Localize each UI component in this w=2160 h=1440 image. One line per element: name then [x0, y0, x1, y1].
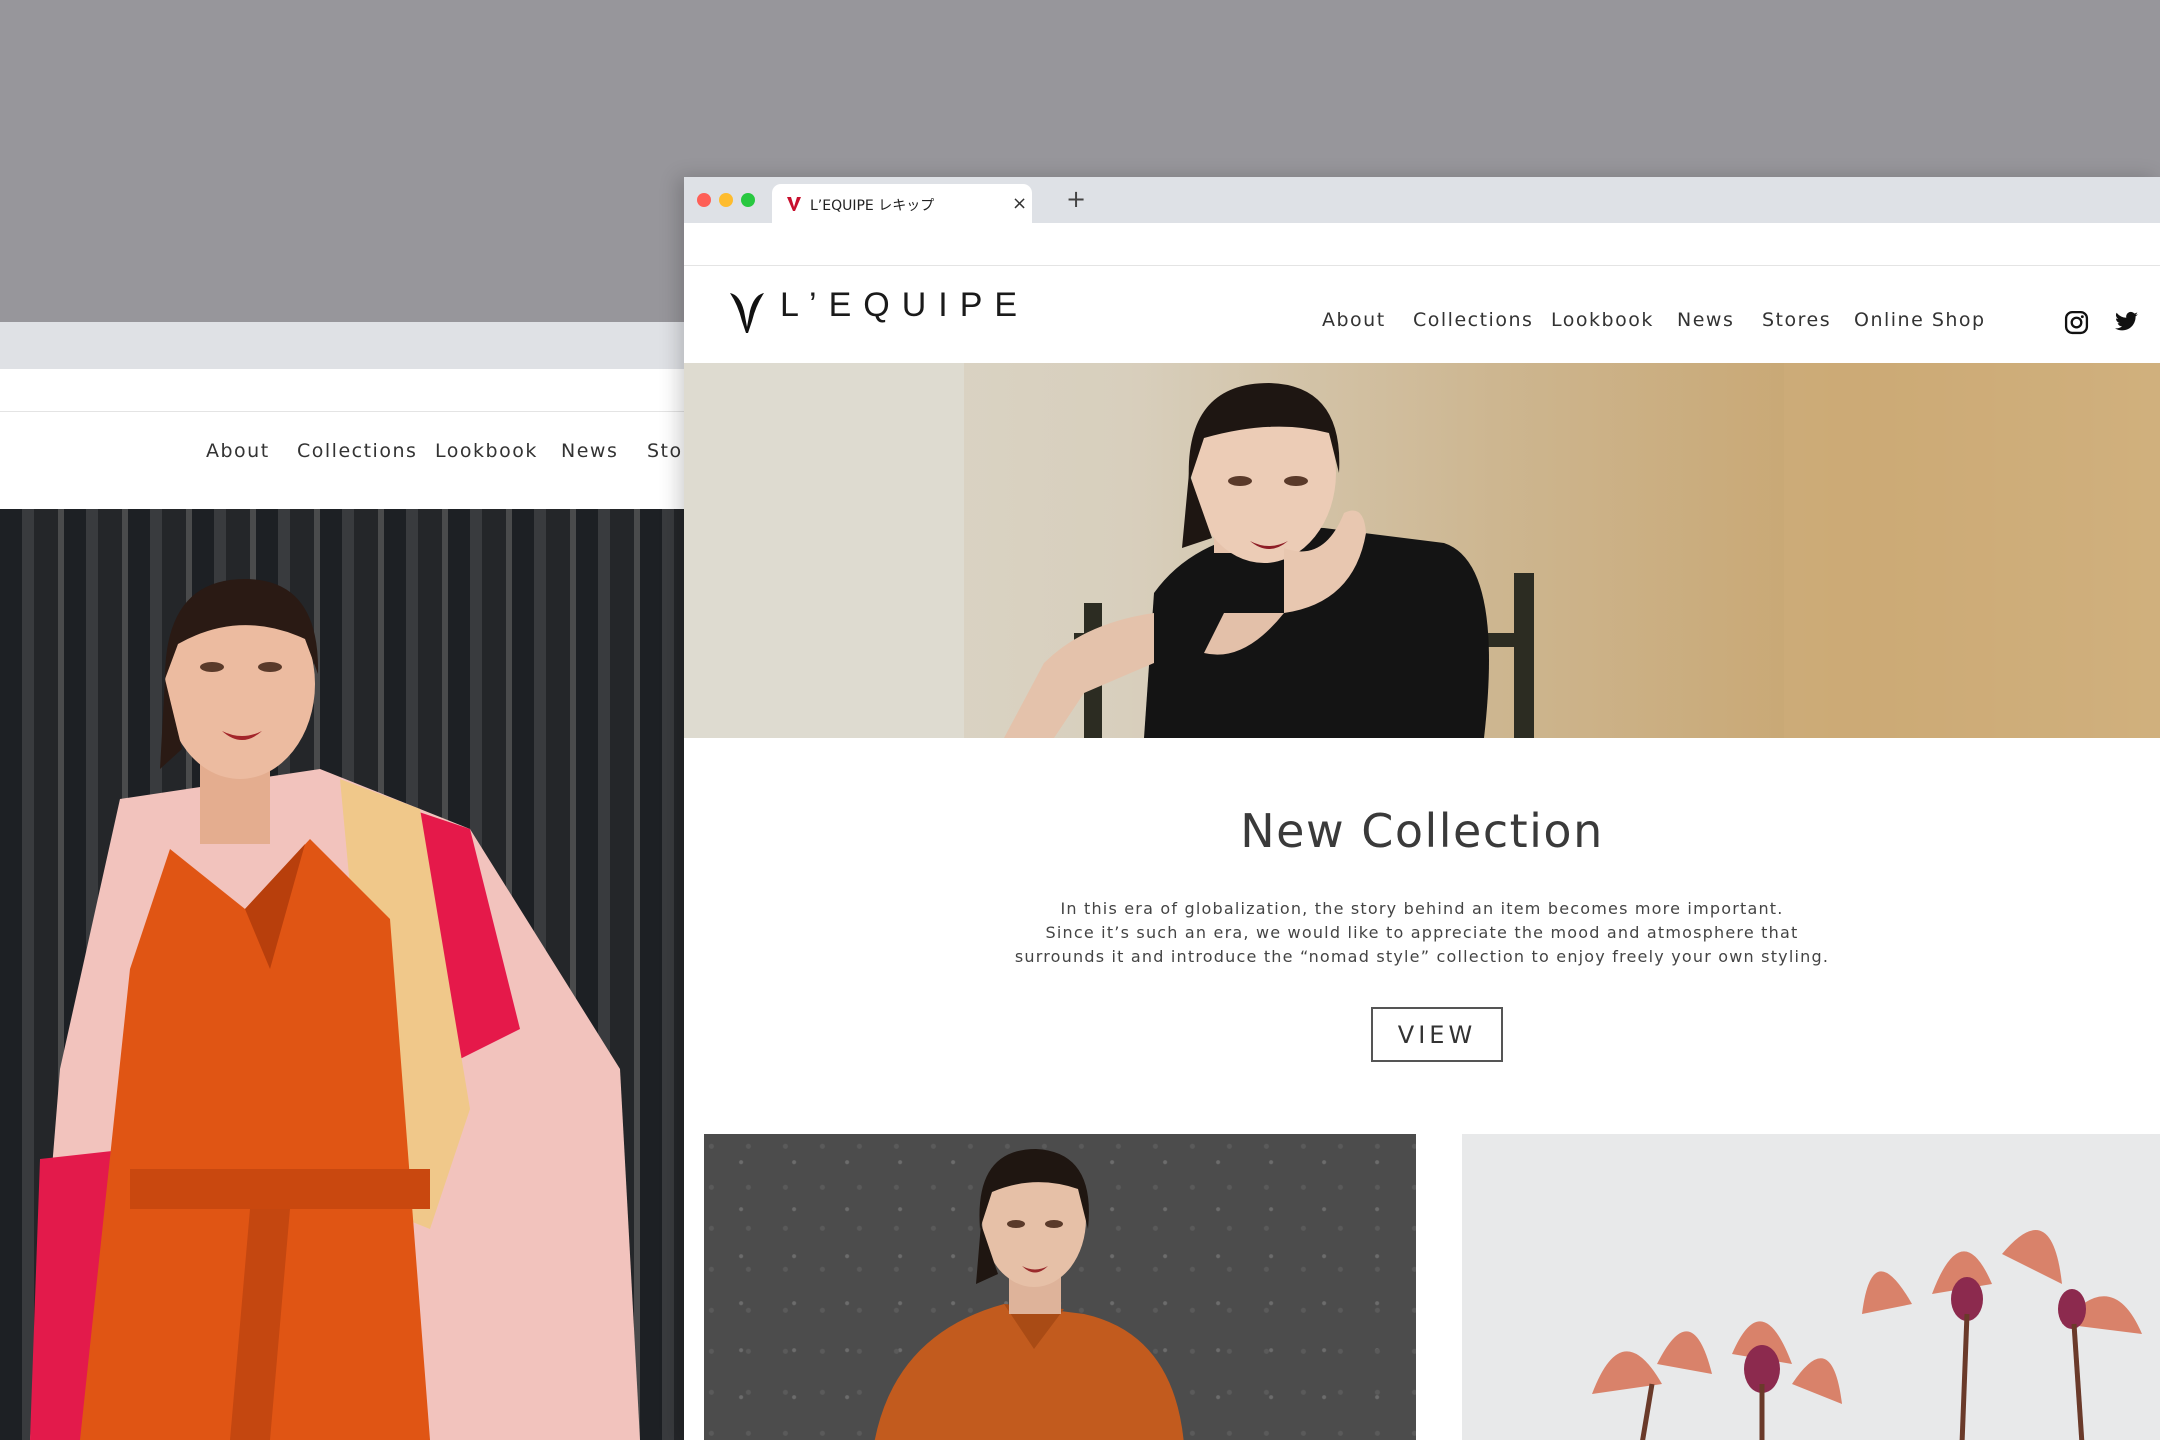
back-address-bar [0, 369, 690, 412]
description-line-1: In this era of globalization, the story … [1060, 899, 1784, 918]
instagram-icon[interactable] [2064, 310, 2089, 335]
section-title: New Collection [1240, 804, 1604, 858]
front-browser-window: L’EQUIPE レキップ × + L’EQUIPE About Collect… [684, 177, 2160, 1440]
back-site-nav: About Collections Lookbook News Stor [0, 412, 690, 488]
back-nav-about[interactable]: About [206, 440, 270, 462]
favicon-logo-icon [787, 197, 801, 211]
hero-image [684, 363, 2160, 738]
nav-lookbook[interactable]: Lookbook [1551, 309, 1654, 331]
collection-card-image-2[interactable] [1462, 1134, 2160, 1440]
nav-stores[interactable]: Stores [1762, 309, 1831, 331]
model-orange-shirt-illustration [874, 1149, 1184, 1440]
back-nav-news[interactable]: News [561, 440, 618, 462]
maximize-window-button[interactable] [741, 193, 755, 207]
collection-card-image-1[interactable] [704, 1134, 1416, 1440]
nav-about[interactable]: About [1322, 309, 1386, 331]
address-bar[interactable] [684, 223, 2160, 266]
orchid-flowers-illustration [1592, 1230, 2142, 1440]
brand-logo-icon[interactable] [728, 291, 766, 335]
back-hero-image [0, 509, 690, 1440]
view-button[interactable]: VIEW [1371, 1007, 1503, 1062]
section-description: In this era of globalization, the story … [684, 897, 2160, 969]
site-header: L’EQUIPE About Collections Lookbook News… [684, 266, 2160, 362]
back-nav-collections[interactable]: Collections [297, 440, 417, 462]
close-window-button[interactable] [697, 193, 711, 207]
nav-news[interactable]: News [1677, 309, 1734, 331]
nav-online-shop[interactable]: Online Shop [1854, 309, 1986, 331]
tab-close-icon[interactable]: × [1012, 193, 1027, 214]
tab-bar: L’EQUIPE レキップ × + [684, 177, 2160, 223]
model-orange-dress-illustration [30, 579, 640, 1440]
nav-collections[interactable]: Collections [1413, 309, 1533, 331]
tab-title: L’EQUIPE レキップ [810, 198, 935, 214]
minimize-window-button[interactable] [719, 193, 733, 207]
back-nav-lookbook[interactable]: Lookbook [435, 440, 538, 462]
back-tab-bar [0, 322, 690, 369]
description-line-3: surrounds it and introduce the “nomad st… [1014, 947, 1830, 966]
browser-tab[interactable]: L’EQUIPE レキップ × [772, 184, 1032, 223]
brand-logo-text[interactable]: L’EQUIPE [780, 286, 1029, 325]
model-seated-illustration [684, 363, 2160, 738]
description-line-2: Since it’s such an era, we would like to… [1045, 923, 1799, 942]
twitter-icon[interactable] [2114, 311, 2139, 333]
back-browser-window: About Collections Lookbook News Stor [0, 322, 690, 1440]
new-tab-button[interactable]: + [1066, 185, 1086, 213]
